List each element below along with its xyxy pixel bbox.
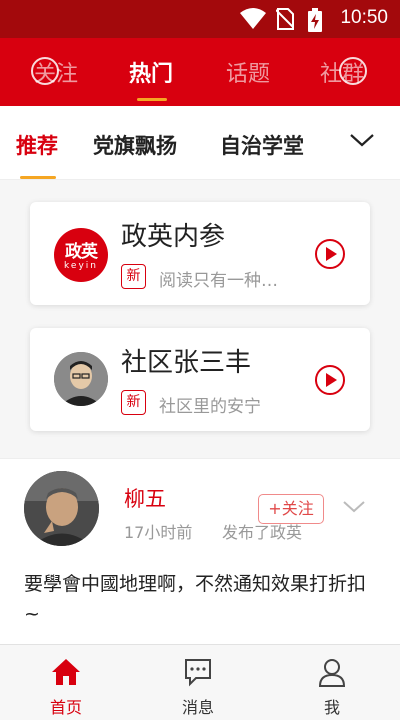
follow-button[interactable]: +关注 [258,494,324,524]
feed-post[interactable]: 柳五 17小时前 发布了政英 +关注 要學會中國地理啊，不然通知效果打折扣 ~ [0,458,400,644]
card-title: 社区张三丰 [121,348,252,378]
chevron-down-icon[interactable] [348,130,376,150]
avatar [54,352,108,406]
tab-hot[interactable]: 热门 [129,56,173,88]
card-desc: 阅读只有一种… [159,271,278,291]
new-badge: 新 [121,390,146,415]
logo-subtext: keyin [64,261,98,271]
nav-label: 消息 [181,698,214,717]
chevron-down-icon[interactable] [342,499,366,515]
play-icon[interactable] [314,238,346,270]
author-name[interactable]: 柳五 [124,483,166,513]
message-icon [185,659,211,687]
tab-community[interactable]: 社群 [320,56,364,88]
card-desc: 社区里的安宁 [159,397,261,417]
nav-me[interactable]: 我 [282,645,382,721]
sub-nav-active-indicator [20,176,56,179]
card-title: 政英内参 [121,222,226,252]
tab-topics[interactable]: 话题 [226,56,270,88]
wifi-icon [240,8,266,29]
post-time: 17小时前 [124,523,193,542]
logo-text: 政英 [65,242,98,262]
nav-home[interactable]: 首页 [16,645,116,721]
profile-icon [318,659,346,687]
status-bar: 10:50 [0,0,400,38]
avatar[interactable] [24,471,99,546]
card-community-zhang[interactable]: 社区张三丰 新 社区里的安宁 [30,328,370,431]
home-icon [52,659,80,685]
bottom-nav: 首页 消息 我 [0,644,400,720]
top-nav-active-indicator [137,98,167,101]
nav-messages[interactable]: 消息 [148,645,248,721]
subtab-party-flag[interactable]: 党旗飘扬 [93,130,177,160]
subtab-autonomy-school[interactable]: 自治学堂 [220,130,304,160]
play-icon[interactable] [314,364,346,396]
sub-nav: 推荐 党旗飘扬 自治学堂 [0,106,400,180]
nav-label: 我 [323,698,340,717]
tab-follow[interactable]: 关注 [34,56,78,88]
card-zhengying[interactable]: 政英 keyin 政英内参 新 阅读只有一种… [30,202,370,305]
new-badge: 新 [121,264,146,289]
nav-label: 首页 [49,698,82,717]
no-sim-icon [276,8,294,30]
status-time: 10:50 [340,7,388,28]
top-nav: 关注 热门 话题 社群 [0,38,400,106]
zhengying-logo: 政英 keyin [54,228,108,282]
featured-cards: 政英 keyin 政英内参 新 阅读只有一种… 社区张三丰 新 社区里的安宁 [0,180,400,458]
subtab-recommend[interactable]: 推荐 [16,130,58,160]
battery-charging-icon [308,8,322,32]
post-text: 要學會中國地理啊，不然通知效果打折扣 ~ [24,573,367,625]
